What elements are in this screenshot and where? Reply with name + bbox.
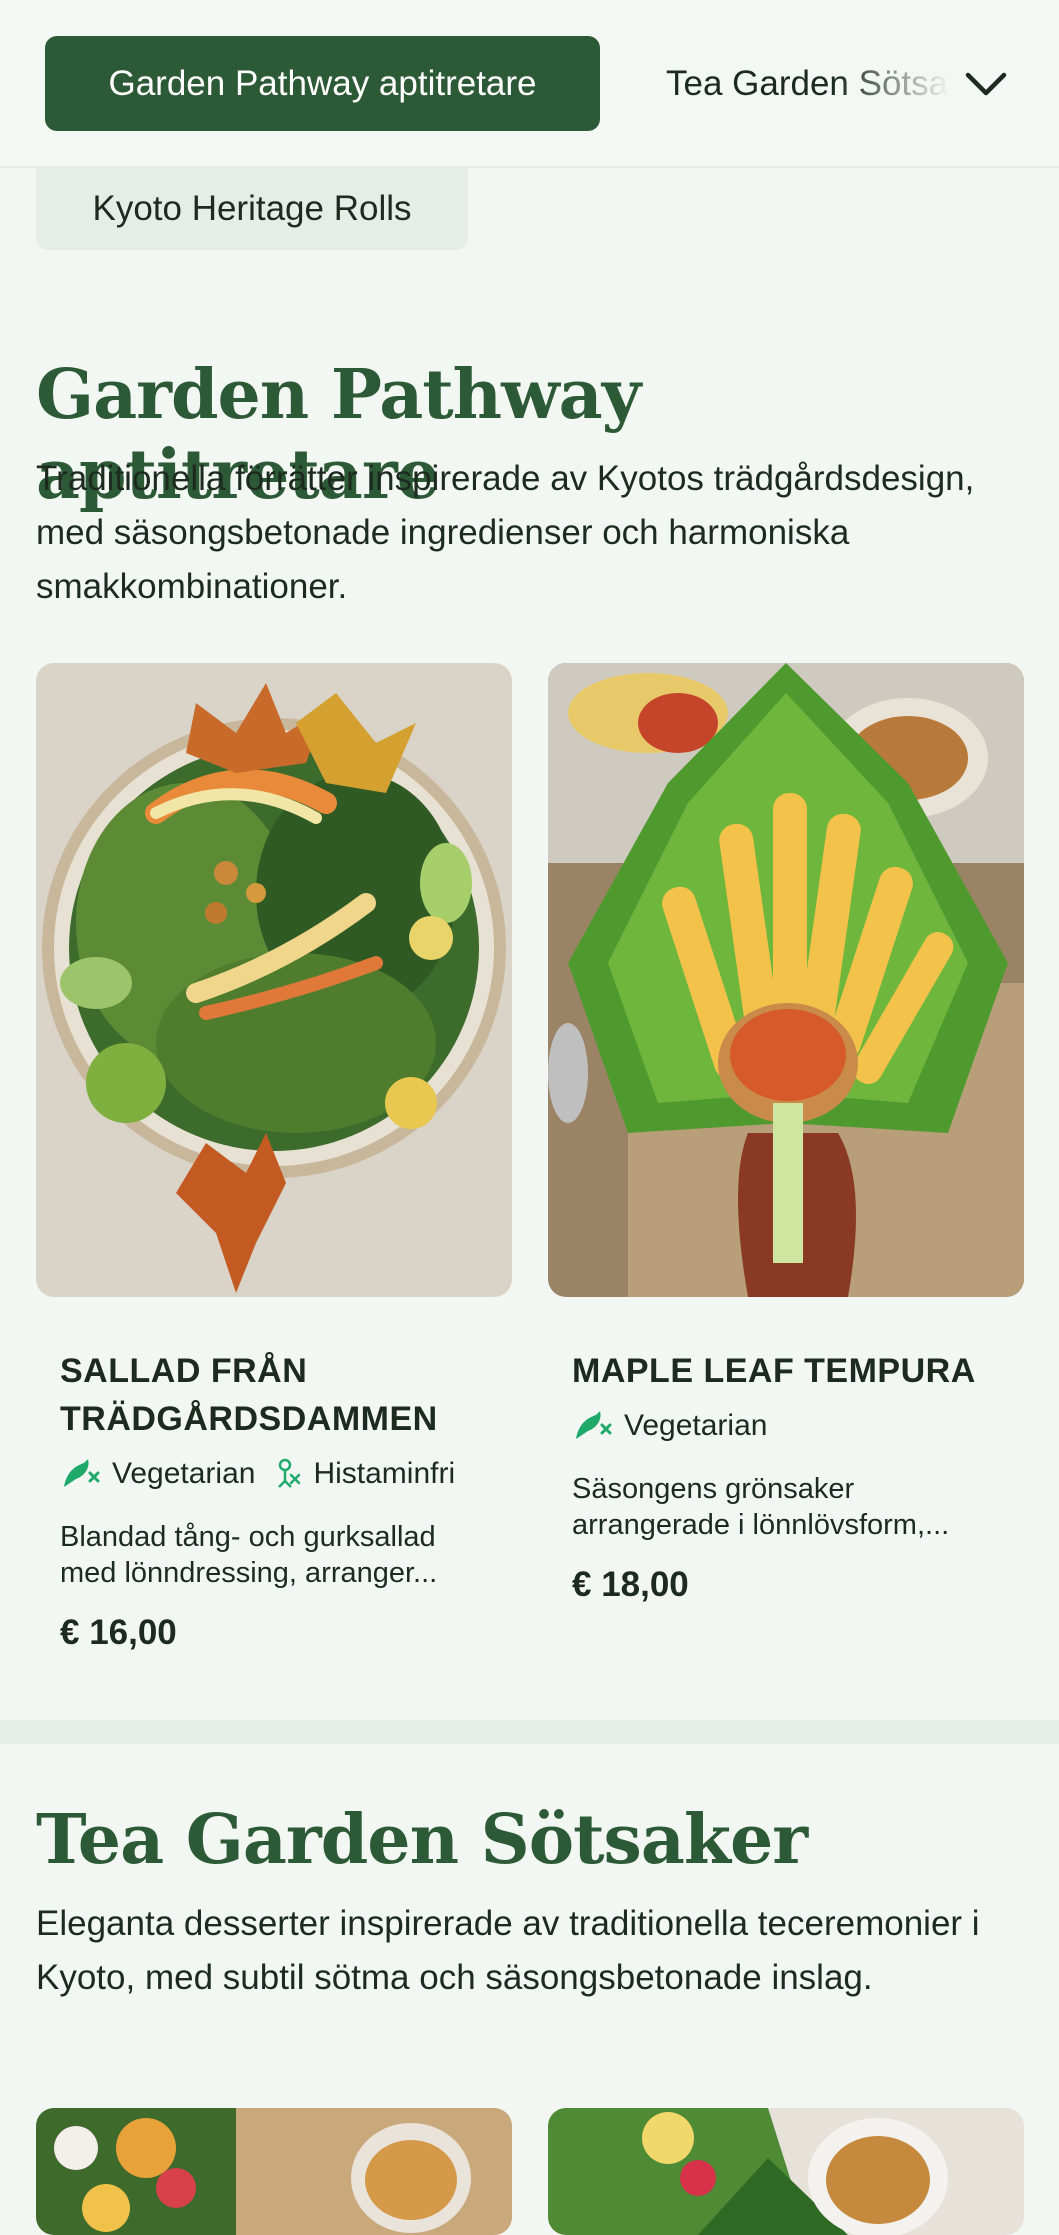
tag-label: Vegetarian	[112, 1457, 256, 1490]
dish-description: Säsongens grönsaker arrangerade i lönnlö…	[572, 1473, 950, 1541]
section-description: Traditionella förrätter inspirerade av K…	[36, 459, 975, 606]
dish-name: Sallad från trädgårdsdammen	[60, 1352, 438, 1438]
menu-item-card[interactable]: Maple Leaf Tempura Vegetarian Säsongens …	[548, 663, 1024, 1605]
dish-name: Maple Leaf Tempura	[572, 1352, 976, 1390]
tab-kyoto-heritage-rolls[interactable]: Kyoto Heritage Rolls	[36, 168, 468, 250]
dish-price: € 18,00	[572, 1565, 689, 1604]
dish-image	[36, 663, 512, 1297]
dish-image	[548, 663, 1024, 1297]
dietary-tag: Histaminfri	[273, 1457, 455, 1491]
histamine-free-icon	[278, 1458, 301, 1488]
menu-item-card[interactable]	[548, 2108, 1024, 2235]
tag-label: Histaminfri	[313, 1457, 456, 1490]
chevron-down-icon[interactable]	[962, 60, 1010, 108]
tab-tea-garden-sotsaker[interactable]: Tea Garden Sötsaker	[666, 36, 951, 131]
section-divider	[0, 1720, 1059, 1744]
vegetarian-icon	[64, 1459, 100, 1487]
dish-image	[36, 2108, 512, 2235]
dietary-tag: Vegetarian	[60, 1457, 255, 1491]
tag-label: Vegetarian	[624, 1409, 768, 1442]
menu-item-card[interactable]: Sallad från trädgårdsdammen Vegetarian H…	[36, 663, 512, 1653]
menu-item-card[interactable]	[36, 2108, 512, 2235]
tab-garden-pathway-aptitretare[interactable]: Garden Pathway aptitretare	[45, 36, 600, 131]
vegetarian-icon	[576, 1411, 612, 1439]
dietary-tag: Vegetarian	[572, 1409, 767, 1443]
dish-image	[548, 2108, 1024, 2235]
dish-price: € 16,00	[60, 1613, 177, 1652]
category-nav: Garden Pathway aptitretare Tea Garden Sö…	[0, 0, 1059, 168]
section-title: Tea Garden Sötsaker	[36, 1800, 808, 1880]
dish-description: Blandad tång- och gurksallad med lönndre…	[60, 1521, 438, 1589]
section-description: Eleganta desserter inspirerade av tradit…	[36, 1904, 980, 1997]
